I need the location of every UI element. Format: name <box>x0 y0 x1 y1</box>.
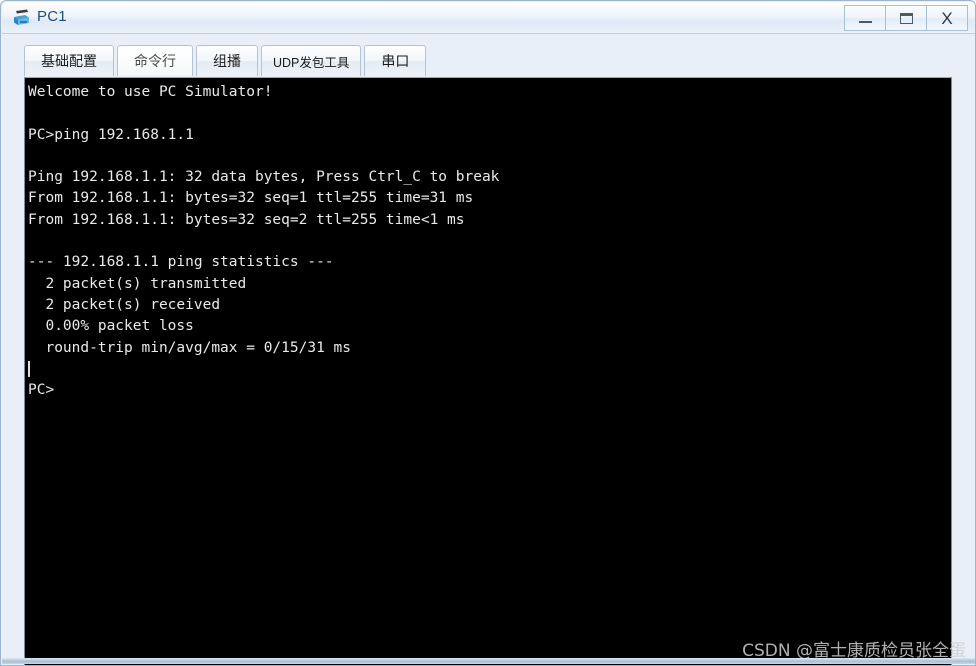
terminal-line: From 192.168.1.1: bytes=32 seq=1 ttl=255… <box>28 190 474 207</box>
terminal-line: 2 packet(s) received <box>28 296 221 313</box>
terminal-line: 2 packet(s) transmitted <box>28 275 247 292</box>
tab-multicast[interactable]: 组播 <box>196 45 258 76</box>
pc-device-icon <box>11 8 33 29</box>
pc1-window: PC1 X 基础配置 命令行 组播 UDP发包工具 串口 Welcome to … <box>0 0 976 666</box>
tab-label: 组播 <box>213 53 241 69</box>
terminal-line: Ping 192.168.1.1: 32 data bytes, Press C… <box>28 169 500 186</box>
close-icon: X <box>941 8 953 28</box>
tab-label: 基础配置 <box>41 53 97 69</box>
tab-label: 命令行 <box>134 53 176 69</box>
terminal-console[interactable]: Welcome to use PC Simulator! PC>ping 192… <box>24 77 952 665</box>
terminal-line: PC>ping 192.168.1.1 <box>28 126 194 143</box>
window-bottom-accent <box>2 658 975 664</box>
terminal-line: --- 192.168.1.1 ping statistics --- <box>28 254 334 271</box>
terminal-line: Welcome to use PC Simulator! <box>28 84 273 100</box>
minimize-button[interactable] <box>844 5 886 31</box>
terminal-line: From 192.168.1.1: bytes=32 seq=2 ttl=255… <box>28 211 465 228</box>
close-button[interactable]: X <box>926 5 968 31</box>
terminal-output: Welcome to use PC Simulator! PC>ping 192… <box>26 79 499 401</box>
window-title: PC1 <box>37 8 67 25</box>
tab-serial-port[interactable]: 串口 <box>364 45 427 76</box>
tab-command-line[interactable]: 命令行 <box>117 45 193 76</box>
title-bar[interactable]: PC1 X <box>2 2 975 34</box>
tab-label: UDP发包工具 <box>273 55 350 70</box>
maximize-button[interactable] <box>885 5 927 31</box>
tab-strip: 基础配置 命令行 组播 UDP发包工具 串口 <box>24 45 429 76</box>
client-area: 基础配置 命令行 组播 UDP发包工具 串口 Welcome to use PC… <box>2 34 975 665</box>
terminal-line: round-trip min/avg/max = 0/15/31 ms <box>28 339 352 356</box>
tab-basic-config[interactable]: 基础配置 <box>24 45 114 76</box>
terminal-prompt: PC> <box>28 382 55 399</box>
text-cursor <box>28 361 30 377</box>
terminal-line: 0.00% packet loss <box>28 318 194 335</box>
tab-label: 串口 <box>381 53 410 69</box>
window-controls: X <box>844 5 968 31</box>
tab-udp-tool[interactable]: UDP发包工具 <box>261 45 362 76</box>
